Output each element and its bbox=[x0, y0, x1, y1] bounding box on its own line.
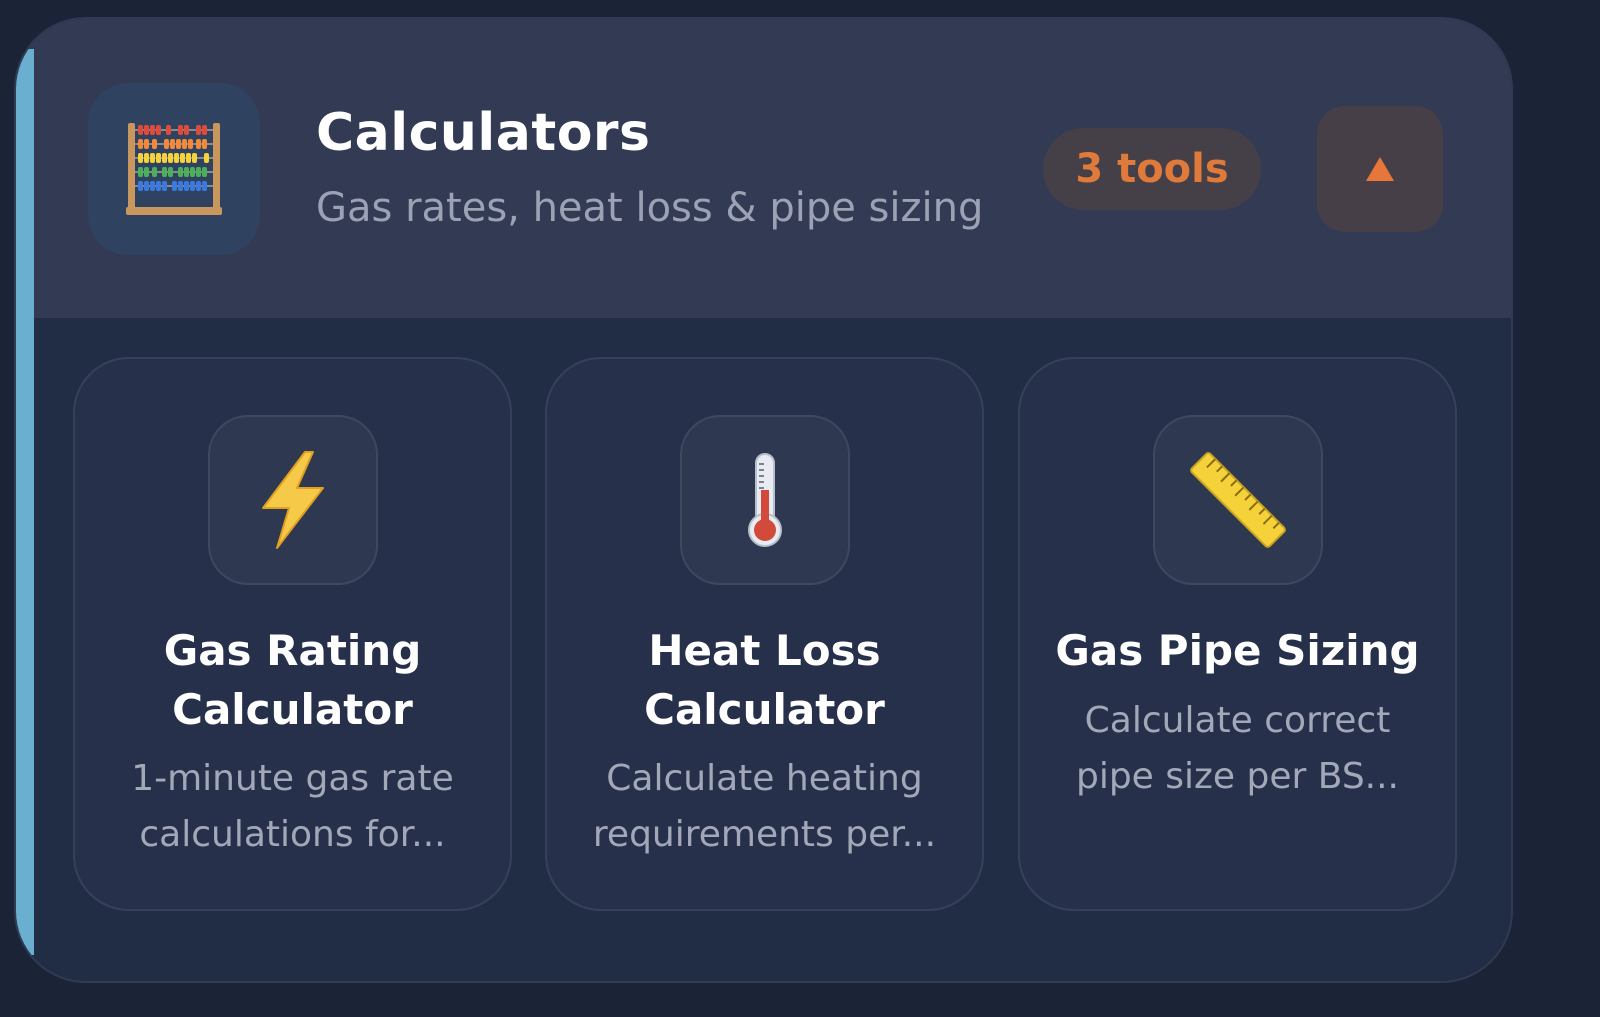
collapse-button[interactable] bbox=[1317, 106, 1443, 232]
tool-description: Calculate heating requirements per... bbox=[592, 758, 937, 855]
section-title: Calculators bbox=[316, 103, 651, 163]
tool-title: Gas Rating Calculator bbox=[163, 626, 422, 734]
tool-count-badge: 3 tools bbox=[1043, 128, 1261, 210]
thermometer-icon bbox=[680, 415, 850, 585]
abacus-icon bbox=[88, 83, 260, 255]
ruler-icon bbox=[1153, 415, 1323, 585]
tool-card-heat-loss[interactable]: Heat Loss Calculator Calculate heating r… bbox=[545, 357, 984, 911]
calculators-card: Calculators Gas rates, heat loss & pipe … bbox=[14, 17, 1513, 983]
tool-description: Calculate correct pipe size per BS... bbox=[1075, 700, 1400, 797]
accent-bar bbox=[16, 49, 34, 955]
calculators-header[interactable]: Calculators Gas rates, heat loss & pipe … bbox=[16, 19, 1511, 318]
lightning-icon bbox=[208, 415, 378, 585]
tool-card-gas-pipe-sizing[interactable]: Gas Pipe Sizing Calculate correct pipe s… bbox=[1018, 357, 1457, 911]
tool-card-gas-rating[interactable]: Gas Rating Calculator 1-minute gas rate … bbox=[73, 357, 512, 911]
section-subtitle: Gas rates, heat loss & pipe sizing bbox=[316, 185, 984, 231]
triangle-up-icon bbox=[1366, 157, 1394, 181]
tool-title: Heat Loss Calculator bbox=[644, 626, 885, 734]
tool-description: 1-minute gas rate calculations for... bbox=[131, 758, 454, 855]
tool-title: Gas Pipe Sizing bbox=[1055, 626, 1420, 675]
